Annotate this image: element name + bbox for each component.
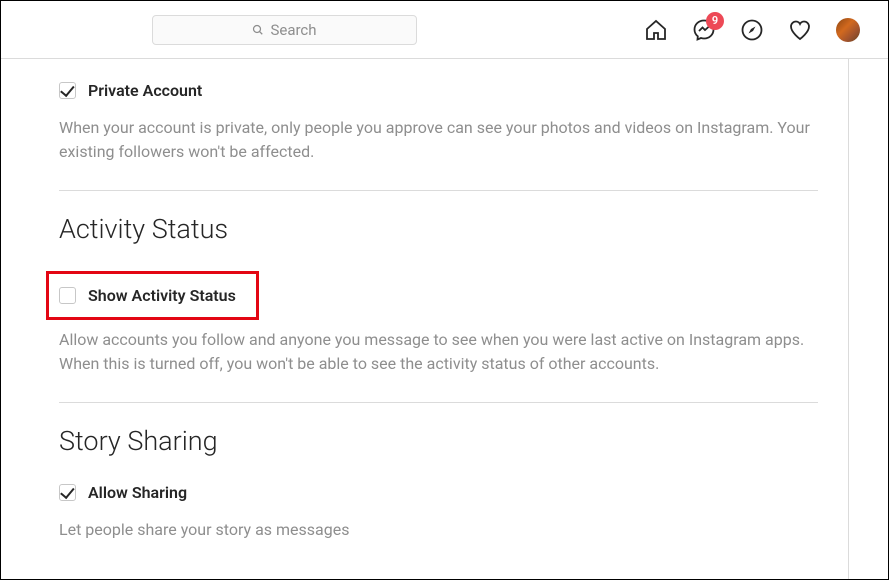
messenger-icon[interactable]: 9 — [692, 18, 716, 42]
explore-icon[interactable] — [740, 18, 764, 42]
search-icon — [252, 24, 264, 36]
show-activity-status-checkbox[interactable] — [59, 287, 76, 304]
story-sharing-title: Story Sharing — [59, 425, 818, 457]
section-activity-status: Activity Status Show Activity Status All… — [59, 191, 818, 402]
private-account-description: When your account is private, only peopl… — [59, 116, 818, 164]
content-scroll[interactable]: Private Account When your account is pri… — [1, 59, 888, 579]
search-placeholder: Search — [270, 21, 316, 39]
section-story-sharing: Story Sharing Allow Sharing Let people s… — [59, 403, 818, 568]
private-account-checkbox[interactable] — [59, 82, 76, 99]
header: Search 9 — [1, 1, 888, 59]
activity-status-title: Activity Status — [59, 213, 818, 245]
allow-sharing-label: Allow Sharing — [88, 483, 187, 502]
avatar[interactable] — [836, 18, 860, 42]
show-activity-status-label: Show Activity Status — [88, 286, 236, 305]
story-sharing-description: Let people share your story as messages — [59, 518, 818, 542]
activity-icon[interactable] — [788, 18, 812, 42]
search-input[interactable]: Search — [152, 15, 417, 45]
allow-sharing-checkbox[interactable] — [59, 484, 76, 501]
activity-status-description: Allow accounts you follow and anyone you… — [59, 328, 818, 376]
nav-icons: 9 — [644, 18, 868, 42]
messenger-badge: 9 — [706, 12, 724, 30]
private-account-row: Private Account — [59, 81, 818, 100]
home-icon[interactable] — [644, 18, 668, 42]
section-private-account: Private Account When your account is pri… — [59, 59, 818, 190]
private-account-label: Private Account — [88, 81, 202, 100]
content-inner: Private Account When your account is pri… — [59, 59, 849, 579]
allow-sharing-row: Allow Sharing — [59, 483, 818, 502]
show-activity-status-row: Show Activity Status — [46, 271, 259, 320]
